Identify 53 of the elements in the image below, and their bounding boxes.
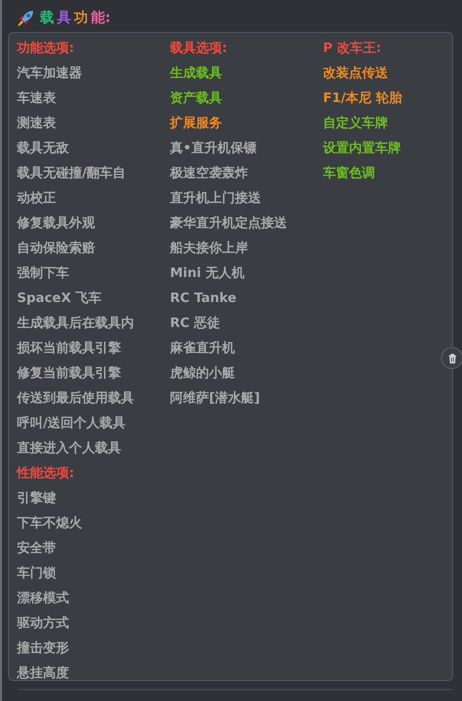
title-text: 具 — [57, 9, 71, 27]
menu-item[interactable]: 资产载具 — [170, 86, 222, 111]
menu-item[interactable]: 阿维萨[潜水艇] — [170, 386, 260, 411]
menu-item[interactable]: 改装点传送 — [323, 61, 388, 86]
menu-item[interactable]: 车门锁 — [17, 561, 56, 586]
menu-item[interactable]: 载具选项: — [170, 36, 228, 61]
menu-item[interactable]: 悬挂高度 — [17, 661, 69, 686]
menu-item[interactable]: 设置内置车牌 — [323, 136, 401, 161]
menu-item[interactable]: 漂移模式 — [17, 586, 69, 611]
menu-item[interactable]: 损坏当前载具引擎 — [17, 336, 121, 361]
menu-item[interactable]: 安全带 — [17, 536, 56, 561]
menu-item[interactable]: 撞击变形 — [17, 636, 69, 661]
menu-item[interactable]: 自动保险索赔 — [17, 236, 95, 261]
menu-item[interactable]: 引擎键 — [17, 486, 56, 511]
menu-item[interactable]: 自定义车牌 — [323, 111, 388, 136]
menu-item[interactable]: 测速表 — [17, 111, 56, 136]
trash-icon[interactable] — [441, 347, 462, 369]
menu-item[interactable]: 船夫接你上岸 — [170, 236, 248, 261]
menu-item[interactable]: 功能选项: — [17, 36, 74, 61]
title-text: 功 — [74, 9, 88, 27]
menu-item[interactable]: 汽车加速器 — [17, 61, 82, 86]
menu-item[interactable]: 车速表 — [17, 86, 56, 111]
menu-item[interactable]: RC 恶徒 — [170, 311, 220, 336]
rocket-icon — [16, 8, 35, 28]
menu-item[interactable]: 生成载具后在载具内 — [17, 311, 134, 336]
menu-item[interactable]: 性能选项: — [17, 461, 74, 486]
menu-item[interactable]: 直升机上门接送 — [170, 186, 261, 211]
title-text: 载 — [40, 9, 54, 27]
menu-item[interactable]: 强制下车 — [17, 261, 69, 286]
menu-item[interactable]: 呼叫/送回个人载具 — [17, 411, 126, 436]
menu-item[interactable]: 生成载具 — [170, 61, 222, 86]
menu-item[interactable]: 极速空袭轰炸 — [170, 161, 248, 186]
menu-item[interactable]: 车窗色调 — [323, 161, 375, 186]
menu-item[interactable]: Mini 无人机 — [170, 261, 245, 286]
menu-item[interactable]: 真•直升机保镖 — [170, 136, 256, 161]
menu-item[interactable]: 豪华直升机定点接送 — [170, 211, 287, 236]
menu-item[interactable]: 修复载具外观 — [17, 211, 95, 236]
menu-item[interactable]: RC Tanke — [170, 286, 236, 311]
menu-item[interactable]: 下车不熄火 — [17, 511, 82, 536]
menu-item[interactable]: P 改车王: — [323, 36, 382, 61]
menu-item[interactable]: 麻雀直升机 — [170, 336, 235, 361]
menu-item[interactable]: 动校正 — [17, 186, 56, 211]
menu-item[interactable]: SpaceX 飞车 — [17, 286, 102, 311]
title-text: 能: — [91, 9, 111, 27]
menu-item[interactable]: 载具无敌 — [17, 136, 69, 161]
menu-item[interactable]: 扩展服务 — [170, 111, 222, 136]
menu-item[interactable]: 驱动方式 — [17, 611, 69, 636]
menu-item[interactable]: 传送到最后使用载具 — [17, 386, 134, 411]
menu-item[interactable]: 修复当前载具引擎 — [17, 361, 121, 386]
menu-item[interactable]: 虎鲸的小艇 — [170, 361, 235, 386]
menu-item[interactable]: F1/本尼 轮胎 — [323, 86, 402, 111]
menu-item[interactable]: 直接进入个人载具 — [17, 436, 121, 461]
menu-item[interactable]: 载具无碰撞/翻车自 — [17, 161, 126, 186]
